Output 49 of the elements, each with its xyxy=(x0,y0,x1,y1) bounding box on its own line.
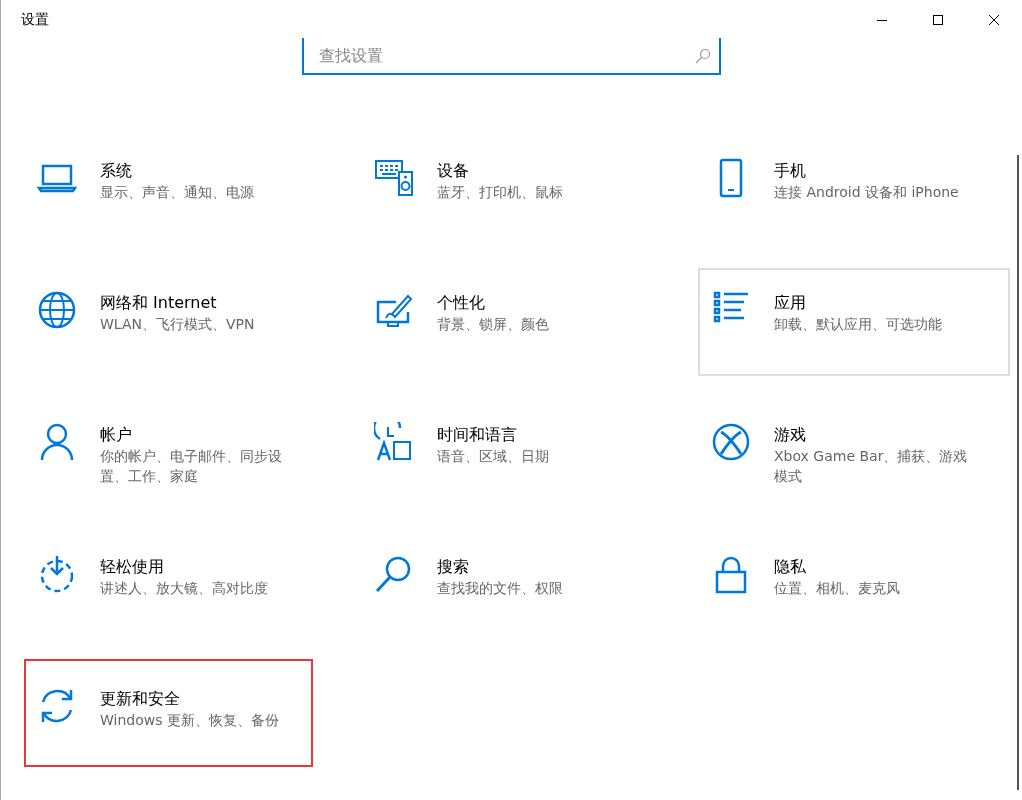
tile-title: 游戏 xyxy=(774,424,807,446)
tile-description: 卸载、默认应用、可选功能 xyxy=(774,315,942,334)
tile-title: 设备 xyxy=(437,160,470,182)
settings-tile[interactable]: 轻松使用 讲述人、放大镜、高对比度 xyxy=(24,532,336,640)
tile-title: 轻松使用 xyxy=(100,556,165,578)
tile-description: Xbox Game Bar、捕获、游戏模式 xyxy=(774,447,969,486)
settings-tile[interactable]: 时间和语言 语音、区域、日期 xyxy=(361,400,673,508)
settings-tile[interactable]: 设备 蓝牙、打印机、鼠标 xyxy=(361,136,673,244)
tile-description: 查找我的文件、权限 xyxy=(437,579,563,598)
scrollbar[interactable] xyxy=(1017,155,1019,790)
settings-tile[interactable]: 手机 连接 Android 设备和 iPhone xyxy=(698,136,1010,244)
tile-description: WLAN、飞行模式、VPN xyxy=(100,315,255,334)
settings-tile[interactable]: 网络和 Internet WLAN、飞行模式、VPN xyxy=(24,268,336,376)
tile-description: 你的帐户、电子邮件、同步设置、工作、家庭 xyxy=(100,447,283,486)
tile-title: 网络和 Internet xyxy=(100,292,218,314)
tile-description: 语音、区域、日期 xyxy=(437,447,549,466)
maximize-icon xyxy=(933,15,943,25)
tile-description: 位置、相机、麦克风 xyxy=(774,579,900,598)
tile-title: 隐私 xyxy=(774,556,807,578)
keyboard-speaker-icon xyxy=(374,158,414,198)
tile-description: 连接 Android 设备和 iPhone xyxy=(774,183,959,202)
tile-title: 更新和安全 xyxy=(100,688,181,710)
settings-tile[interactable]: 更新和安全 Windows 更新、恢复、备份 xyxy=(24,664,336,772)
tile-description: 背景、锁屏、颜色 xyxy=(437,315,549,334)
tile-description: 讲述人、放大镜、高对比度 xyxy=(100,579,268,598)
tile-description: 蓝牙、打印机、鼠标 xyxy=(437,183,563,202)
xbox-icon xyxy=(711,422,751,462)
settings-tile[interactable]: 应用 卸载、默认应用、可选功能 xyxy=(698,268,1010,376)
tile-description: 显示、声音、通知、电源 xyxy=(100,183,254,202)
close-icon xyxy=(989,15,999,25)
tile-title: 个性化 xyxy=(437,292,486,314)
tile-title: 搜索 xyxy=(437,556,470,578)
settings-tile[interactable]: 游戏 Xbox Game Bar、捕获、游戏模式 xyxy=(698,400,1010,508)
tile-title: 帐户 xyxy=(100,424,133,446)
tile-title: 系统 xyxy=(100,160,133,182)
settings-tile[interactable]: 搜索 查找我的文件、权限 xyxy=(361,532,673,640)
clock-letter-icon xyxy=(374,422,414,462)
settings-tile[interactable]: 系统 显示、声音、通知、电源 xyxy=(24,136,336,244)
search-field[interactable]: 查找设置 xyxy=(302,38,721,75)
tile-title: 时间和语言 xyxy=(437,424,518,446)
tile-description: Windows 更新、恢复、备份 xyxy=(100,711,279,730)
window-title: 设置 xyxy=(21,11,49,29)
search-icon xyxy=(695,48,711,64)
settings-tile[interactable]: 帐户 你的帐户、电子邮件、同步设置、工作、家庭 xyxy=(24,400,336,508)
settings-tile[interactable]: 个性化 背景、锁屏、颜色 xyxy=(361,268,673,376)
tile-title: 手机 xyxy=(774,160,807,182)
settings-tile[interactable]: 隐私 位置、相机、麦克风 xyxy=(698,532,1010,640)
tile-title: 应用 xyxy=(774,292,807,314)
globe-icon xyxy=(37,290,77,330)
